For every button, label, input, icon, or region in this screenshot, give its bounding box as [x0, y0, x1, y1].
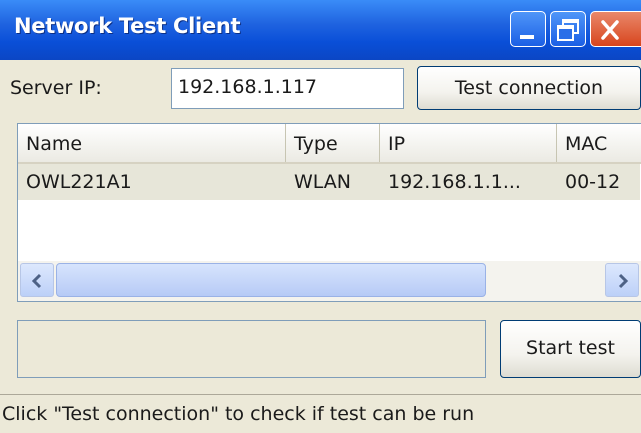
cell-mac: 00-12 — [565, 171, 621, 193]
title-bar[interactable]: Network Test Client — [0, 0, 641, 60]
column-header-mac[interactable]: MAC — [557, 124, 641, 162]
table-row[interactable]: OWL221A1 WLAN 192.168.1.1... 00-12 — [18, 164, 640, 200]
scroll-right-button[interactable] — [605, 263, 639, 297]
cell-type: WLAN — [294, 171, 352, 193]
close-icon — [601, 20, 619, 40]
device-list[interactable]: Name Type IP MAC OWL221A1 WLAN 192.168.1… — [17, 123, 641, 302]
server-ip-label: Server IP: — [10, 77, 102, 99]
scroll-thumb[interactable] — [56, 263, 486, 297]
close-button[interactable] — [590, 11, 641, 47]
minimize-button[interactable] — [510, 11, 546, 47]
column-header-type[interactable]: Type — [286, 124, 380, 162]
restore-icon — [557, 19, 579, 41]
test-connection-button[interactable]: Test connection — [417, 66, 641, 110]
restore-button[interactable] — [550, 11, 586, 47]
scroll-left-button[interactable] — [20, 263, 54, 297]
column-header-ip[interactable]: IP — [380, 124, 557, 162]
list-header: Name Type IP MAC — [18, 124, 641, 164]
chevron-right-icon — [618, 273, 629, 289]
cell-ip: 192.168.1.1... — [388, 171, 521, 193]
chevron-left-icon — [31, 273, 42, 289]
minimize-icon — [520, 35, 534, 39]
column-header-name[interactable]: Name — [18, 124, 286, 162]
horizontal-scrollbar[interactable] — [18, 261, 641, 301]
window-title: Network Test Client — [14, 14, 241, 38]
cell-name: OWL221A1 — [26, 171, 132, 193]
start-test-button[interactable]: Start test — [500, 320, 641, 378]
status-bar: Click "Test connection" to check if test… — [0, 394, 641, 433]
test-progress-box — [17, 320, 486, 378]
server-ip-input[interactable]: 192.168.1.117 — [171, 68, 404, 109]
